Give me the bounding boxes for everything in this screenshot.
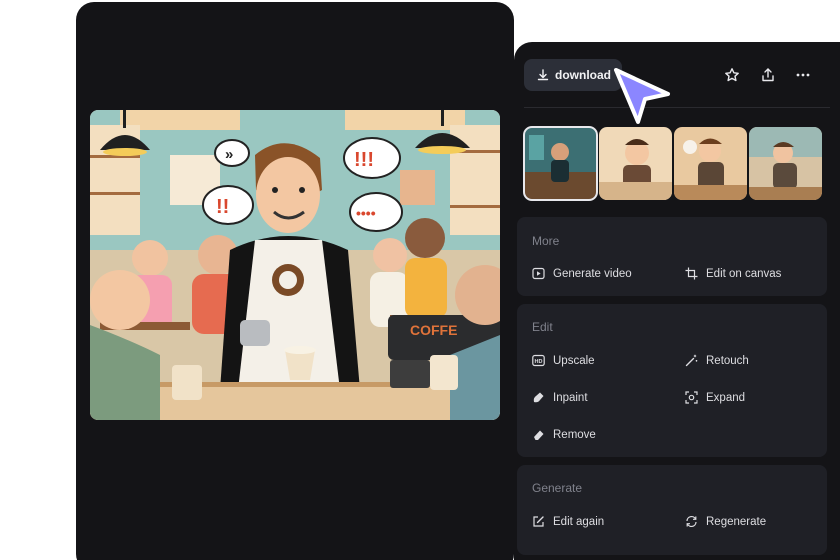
download-icon [537, 69, 549, 81]
edit-on-canvas-label: Edit on canvas [706, 267, 782, 280]
regenerate-label: Regenerate [706, 515, 767, 528]
thumbnail-2[interactable] [599, 127, 672, 200]
bubble-text-2: !!! [354, 149, 374, 171]
download-label: download [555, 68, 611, 82]
regenerate-button[interactable]: Regenerate [685, 515, 766, 528]
more-title: More [532, 234, 560, 248]
upscale-button[interactable]: HD Upscale [532, 354, 595, 367]
svg-text:COFFE: COFFE [410, 322, 457, 338]
toolbar-divider [524, 107, 830, 108]
svg-text:HD: HD [535, 359, 543, 365]
thumbnail-1[interactable] [523, 126, 598, 201]
generate-section: Generate Edit again Regenerate [517, 465, 827, 555]
hd-icon: HD [532, 354, 545, 367]
download-button[interactable]: download [524, 59, 622, 91]
expand-button[interactable]: Expand [685, 391, 745, 404]
thumbnail-4[interactable] [749, 127, 822, 200]
share-icon[interactable] [760, 67, 776, 83]
expand-label: Expand [706, 391, 746, 404]
crop-icon [685, 267, 698, 280]
retouch-button[interactable]: Retouch [685, 354, 749, 367]
bubble-text-1: » [225, 146, 233, 163]
edit-icon [533, 516, 544, 527]
edit-again-button[interactable]: Edit again [532, 515, 604, 528]
side-panel: download More Generate video Edit on can… [514, 42, 840, 560]
more-icon[interactable] [795, 67, 811, 83]
pointer-cursor-icon [614, 68, 670, 124]
inpaint-icon [533, 392, 544, 403]
generate-video-button[interactable]: Generate video [532, 267, 632, 280]
remove-button[interactable]: Remove [532, 428, 596, 441]
edit-on-canvas-button[interactable]: Edit on canvas [685, 267, 781, 280]
more-section: More Generate video Edit on canvas [517, 217, 827, 296]
main-image[interactable]: COFFE » !!! !! •••• [90, 110, 500, 420]
regenerate-icon [686, 515, 697, 528]
play-icon [532, 267, 545, 280]
magic-wand-icon [685, 354, 698, 367]
expand-icon [685, 391, 698, 404]
edit-title: Edit [532, 320, 553, 334]
edit-section: Edit HD Upscale Retouch Inpaint Expand R… [517, 304, 827, 457]
toolbar: download [524, 59, 830, 91]
generate-title: Generate [532, 481, 583, 495]
upscale-label: Upscale [553, 354, 595, 367]
edit-again-label: Edit again [553, 515, 605, 528]
inpaint-label: Inpaint [553, 391, 588, 404]
star-icon[interactable] [724, 67, 740, 83]
eraser-icon [534, 430, 544, 440]
retouch-label: Retouch [706, 354, 749, 367]
remove-label: Remove [553, 428, 596, 441]
thumbnail-strip [523, 126, 824, 201]
bubble-text-4: •••• [356, 205, 376, 221]
generate-video-label: Generate video [553, 267, 632, 280]
inpaint-button[interactable]: Inpaint [532, 391, 588, 404]
bubble-text-3: !! [216, 196, 229, 218]
thumbnail-3[interactable] [674, 127, 747, 200]
